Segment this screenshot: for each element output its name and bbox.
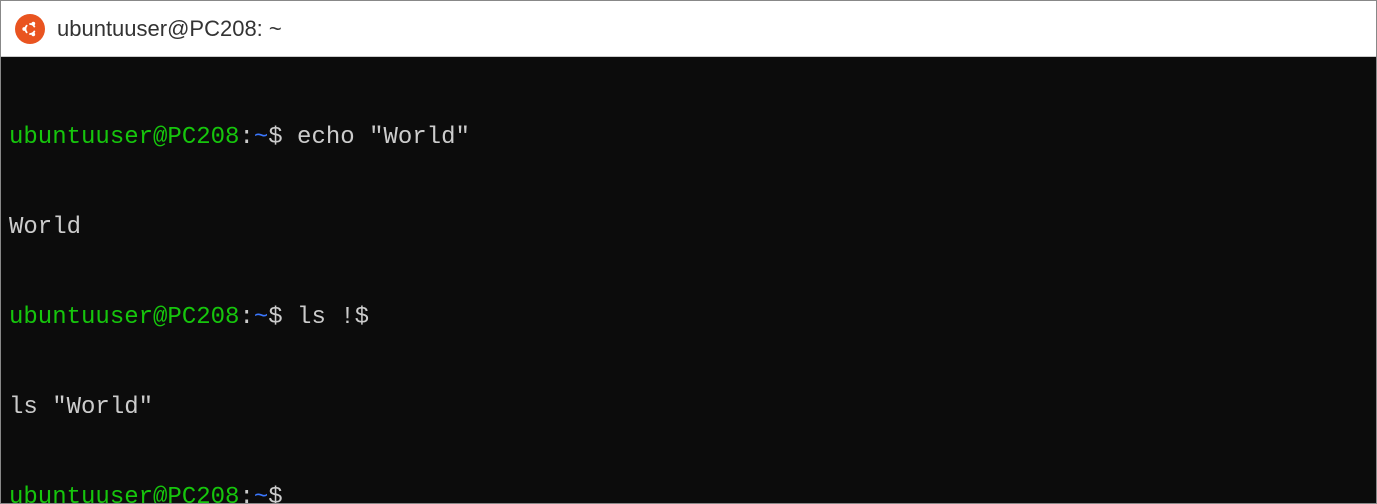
prompt-user-host: ubuntuuser@PC208 [9, 484, 239, 503]
window-title: ubuntuuser@PC208: ~ [57, 16, 282, 42]
prompt-path: ~ [254, 124, 268, 151]
terminal-output-1: World [9, 213, 1368, 243]
prompt-colon: : [239, 484, 253, 503]
titlebar[interactable]: ubuntuuser@PC208: ~ [1, 1, 1376, 57]
terminal-output-2: ls "World" [9, 393, 1368, 423]
prompt-symbol: $ [268, 304, 282, 331]
prompt-colon: : [239, 304, 253, 331]
command-text: ls !$ [283, 304, 369, 331]
terminal-window: ubuntuuser@PC208: ~ ubuntuuser@PC208:~$ … [0, 0, 1377, 504]
prompt-user-host: ubuntuuser@PC208 [9, 304, 239, 331]
terminal-line-3: ubuntuuser@PC208:~$ [9, 483, 1368, 503]
prompt-path: ~ [254, 304, 268, 331]
prompt-path: ~ [254, 484, 268, 503]
command-text: echo "World" [283, 124, 470, 151]
ubuntu-icon [15, 14, 45, 44]
terminal-line-1: ubuntuuser@PC208:~$ echo "World" [9, 123, 1368, 153]
terminal-body[interactable]: ubuntuuser@PC208:~$ echo "World" World u… [1, 57, 1376, 503]
prompt-symbol: $ [268, 124, 282, 151]
prompt-user-host: ubuntuuser@PC208 [9, 124, 239, 151]
prompt-symbol: $ [268, 484, 282, 503]
command-text [283, 484, 297, 503]
terminal-line-2: ubuntuuser@PC208:~$ ls !$ [9, 303, 1368, 333]
prompt-colon: : [239, 124, 253, 151]
